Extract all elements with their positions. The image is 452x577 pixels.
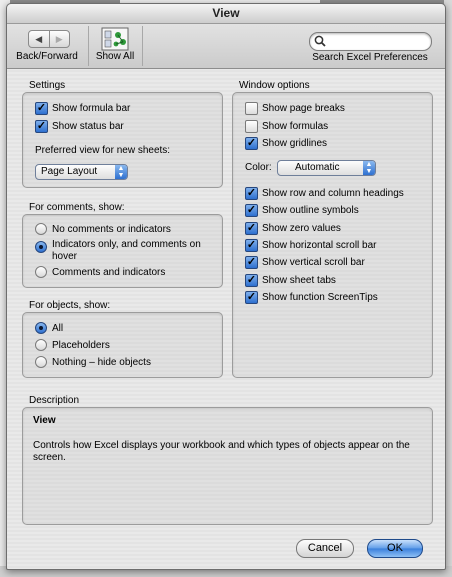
objects-option-nothing[interactable]: Nothing – hide objects: [35, 355, 151, 369]
window-options-group: Show page breaks Show formulas ✓ Show gr…: [232, 92, 433, 378]
show-formula-bar-label: Show formula bar: [52, 102, 131, 114]
show-page-breaks-label: Show page breaks: [262, 102, 345, 114]
checkbox-checked-icon: ✓: [35, 101, 48, 115]
checkbox-checked-icon: ✓: [245, 255, 258, 269]
color-popup[interactable]: Automatic ▲ ▼: [277, 160, 376, 176]
show-all-button[interactable]: [99, 27, 131, 51]
checkbox-checked-icon: ✓: [245, 238, 258, 252]
back-icon[interactable]: ◀: [29, 31, 49, 47]
comments-group: No comments or indicators Indicators onl…: [22, 214, 223, 288]
show-formulas-label: Show formulas: [262, 120, 329, 132]
show-all-icon: [101, 27, 129, 51]
search-label: Search Excel Preferences: [312, 52, 428, 63]
preferences-window: View ◀ ▶ Back/Forward Show All Search Ex…: [6, 3, 446, 570]
show-zero-values-checkbox[interactable]: ✓ Show zero values: [245, 221, 341, 235]
show-gridlines-label: Show gridlines: [262, 137, 328, 149]
back-forward-control[interactable]: ◀ ▶: [28, 30, 70, 48]
search-field[interactable]: [309, 32, 432, 51]
show-outline-symbols-label: Show outline symbols: [262, 204, 359, 216]
objects-option-nothing-label: Nothing – hide objects: [52, 356, 151, 368]
radio-selected-icon: [35, 322, 47, 334]
show-function-screentips-label: Show function ScreenTips: [262, 291, 378, 303]
radio-icon: [35, 356, 47, 368]
checkbox-icon: [245, 101, 258, 115]
window-title: View: [7, 4, 445, 24]
search-icon: [314, 35, 326, 47]
comments-option-indicators-label: Indicators only, and comments on hover: [52, 239, 201, 262]
radio-icon: [35, 223, 47, 235]
objects-option-placeholders[interactable]: Placeholders: [35, 338, 110, 352]
settings-group: ✓ Show formula bar ✓ Show status bar Pre…: [22, 92, 223, 188]
preferred-view-value: Page Layout: [41, 166, 98, 177]
radio-icon: [35, 266, 47, 278]
ok-button[interactable]: OK: [367, 539, 423, 558]
checkbox-checked-icon: ✓: [245, 203, 258, 217]
show-outline-symbols-checkbox[interactable]: ✓ Show outline symbols: [245, 203, 359, 217]
checkbox-checked-icon: ✓: [245, 290, 258, 304]
show-row-column-headings-label: Show row and column headings: [262, 187, 404, 199]
show-all-label: Show All: [95, 51, 135, 62]
preferred-view-popup[interactable]: Page Layout ▲ ▼: [35, 164, 128, 180]
popup-arrows-icon: ▲ ▼: [363, 161, 375, 175]
show-formulas-checkbox[interactable]: Show formulas: [245, 119, 328, 133]
show-page-breaks-checkbox[interactable]: Show page breaks: [245, 101, 345, 115]
show-status-bar-checkbox[interactable]: ✓ Show status bar: [35, 119, 124, 133]
comments-option-indicators[interactable]: Indicators only, and comments on hover: [35, 239, 215, 263]
checkbox-checked-icon: ✓: [35, 119, 48, 133]
show-gridlines-checkbox[interactable]: ✓ Show gridlines: [245, 136, 327, 150]
show-horizontal-scroll-bar-checkbox[interactable]: ✓ Show horizontal scroll bar: [245, 238, 377, 252]
checkbox-icon: [245, 119, 258, 133]
popup-arrows-icon: ▲ ▼: [115, 165, 127, 179]
description-title: Description: [29, 395, 80, 406]
checkbox-checked-icon: ✓: [245, 221, 258, 235]
show-vertical-scroll-bar-label: Show vertical scroll bar: [262, 256, 365, 268]
radio-selected-icon: [35, 241, 47, 253]
description-box: View Controls how Excel displays your wo…: [22, 407, 433, 525]
description-heading: View: [33, 415, 56, 426]
checkbox-checked-icon: ✓: [245, 136, 258, 150]
show-sheet-tabs-label: Show sheet tabs: [262, 274, 336, 286]
color-label: Color:: [245, 162, 272, 173]
color-value: Automatic: [295, 162, 340, 173]
cancel-button[interactable]: Cancel: [296, 539, 354, 558]
checkbox-checked-icon: ✓: [245, 186, 258, 200]
toolbar-separator-2: [142, 26, 143, 66]
comments-option-none-label: No comments or indicators: [52, 223, 171, 235]
comments-group-title: For comments, show:: [29, 202, 125, 213]
preferred-view-label: Preferred view for new sheets:: [35, 145, 171, 156]
objects-group-title: For objects, show:: [29, 300, 111, 311]
show-sheet-tabs-checkbox[interactable]: ✓ Show sheet tabs: [245, 273, 336, 287]
comments-option-all-label: Comments and indicators: [52, 266, 166, 278]
show-vertical-scroll-bar-checkbox[interactable]: ✓ Show vertical scroll bar: [245, 255, 365, 269]
checkbox-checked-icon: ✓: [245, 273, 258, 287]
objects-option-all-label: All: [52, 322, 64, 334]
show-formula-bar-checkbox[interactable]: ✓ Show formula bar: [35, 101, 130, 115]
description-body: Controls how Excel displays your workboo…: [33, 440, 410, 463]
show-horizontal-scroll-bar-label: Show horizontal scroll bar: [262, 239, 377, 251]
show-function-screentips-checkbox[interactable]: ✓ Show function ScreenTips: [245, 290, 378, 304]
objects-option-all[interactable]: All: [35, 321, 63, 335]
forward-icon[interactable]: ▶: [48, 31, 70, 47]
show-zero-values-label: Show zero values: [262, 222, 341, 234]
radio-icon: [35, 339, 47, 351]
settings-group-title: Settings: [29, 80, 66, 91]
show-row-column-headings-checkbox[interactable]: ✓ Show row and column headings: [245, 186, 404, 200]
objects-group: All Placeholders Nothing – hide objects: [22, 312, 223, 378]
objects-option-placeholders-label: Placeholders: [52, 339, 110, 351]
window-options-title: Window options: [239, 80, 310, 91]
show-status-bar-label: Show status bar: [52, 120, 124, 132]
comments-option-all[interactable]: Comments and indicators: [35, 265, 165, 279]
back-forward-label: Back/Forward: [16, 51, 78, 62]
comments-option-none[interactable]: No comments or indicators: [35, 222, 171, 236]
toolbar: ◀ ▶ Back/Forward Show All Search Excel P…: [7, 24, 445, 69]
